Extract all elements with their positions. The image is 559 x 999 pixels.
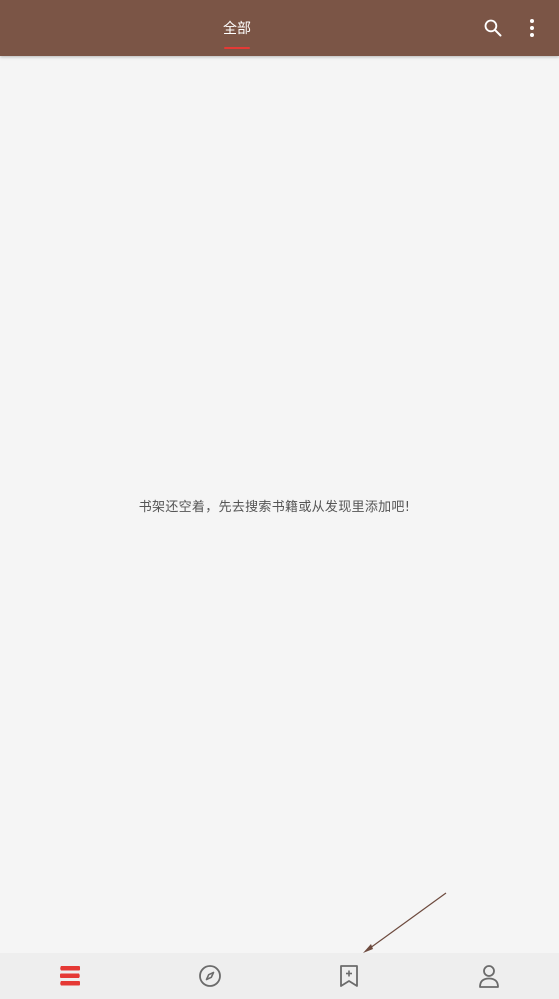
nav-bookmark-add[interactable] [280,953,420,999]
nav-discover[interactable] [140,953,280,999]
more-vert-icon [530,19,534,37]
more-options-button[interactable] [516,12,548,44]
bottom-navigation [0,953,559,999]
search-icon [484,19,502,37]
bookshelf-icon [59,966,80,986]
bookmark-add-icon [340,965,359,987]
tab-indicator [224,47,250,49]
top-app-bar: 全部 [0,0,559,56]
tab-all-label: 全部 [223,21,251,37]
nav-bookshelf[interactable] [0,953,140,999]
empty-bookshelf-message: 书架还空着，先去搜索书籍或从发现里添加吧! [138,500,411,515]
nav-profile[interactable] [419,953,559,999]
search-button[interactable] [477,12,509,44]
compass-icon [198,965,221,987]
person-icon [479,965,500,988]
app-screen: 全部 书架还空着，先去搜索书籍或从发现里添加吧! [0,0,559,999]
